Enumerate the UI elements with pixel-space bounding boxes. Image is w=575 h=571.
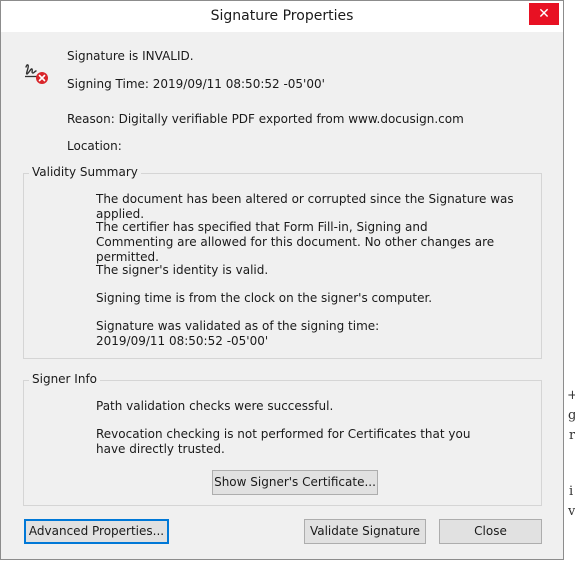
background-text-fragment: i (569, 484, 574, 499)
validity-summary-label: Validity Summary (29, 165, 141, 179)
close-icon: ✕ (538, 6, 550, 22)
close-button[interactable]: Close (439, 519, 542, 544)
background-text-fragment: r (569, 428, 575, 443)
background-text-fragment: + (567, 388, 575, 403)
show-signers-certificate-button[interactable]: Show Signer's Certificate... (212, 470, 378, 495)
close-window-button[interactable]: ✕ (529, 3, 559, 25)
background-text-fragment: g (568, 408, 575, 423)
location-text: Location: (67, 139, 122, 153)
signer-info-label: Signer Info (29, 372, 101, 386)
validity-line-validation-time: 2019/09/11 08:50:52 -05'00' (96, 334, 269, 348)
validity-line-clock: Signing time is from the clock on the si… (96, 291, 433, 305)
reason-text: Reason: Digitally verifiable PDF exporte… (67, 112, 464, 126)
title-bar[interactable]: Signature Properties ✕ (1, 1, 563, 32)
validate-signature-button[interactable]: Validate Signature (304, 519, 426, 544)
advanced-properties-button[interactable]: Advanced Properties... (24, 519, 169, 544)
signer-revocation-text: Revocation checking is not performed for… (96, 427, 471, 456)
validity-line-certifier: The certifier has specified that Form Fi… (96, 220, 495, 264)
validity-line-validated-as-of: Signature was validated as of the signin… (96, 319, 380, 333)
signature-invalid-icon (25, 64, 48, 84)
signature-properties-dialog: Signature Properties ✕ Signature is INVA… (0, 0, 564, 560)
signer-path-validation-text: Path validation checks were successful. (96, 399, 334, 413)
signature-status-text: Signature is INVALID. (67, 49, 194, 63)
window-title: Signature Properties (210, 8, 354, 24)
validity-line-altered: The document has been altered or corrupt… (96, 192, 514, 221)
signing-time-text: Signing Time: 2019/09/11 08:50:52 -05'00… (67, 77, 325, 91)
validity-line-identity: The signer's identity is valid. (96, 263, 269, 277)
background-text-fragment: v (568, 504, 575, 519)
